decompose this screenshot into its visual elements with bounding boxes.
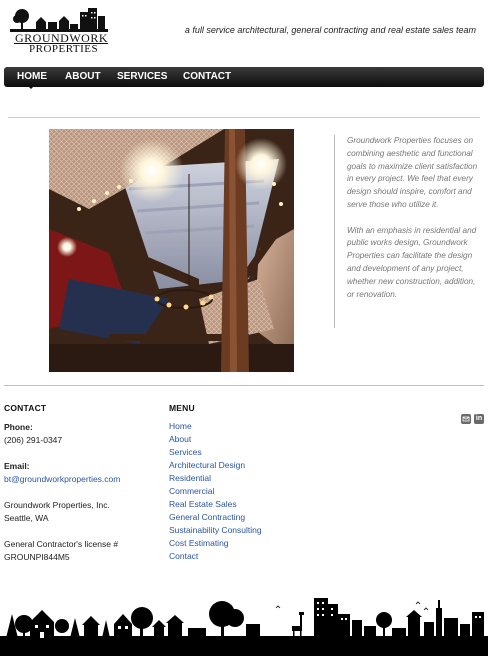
hero-photo xyxy=(49,129,294,372)
linkedin-icon[interactable]: in xyxy=(474,414,484,424)
nav-item-services[interactable]: SERVICES xyxy=(117,71,167,82)
company-name: Groundwork Properties, Inc. xyxy=(4,500,110,510)
divider xyxy=(8,117,480,118)
logo-text-line2: PROPERTIES xyxy=(29,43,99,55)
menu-heading: MENU xyxy=(169,403,195,413)
footer-skyline-illustration xyxy=(0,598,488,656)
menu-item-architectural-design[interactable]: Architectural Design xyxy=(169,460,245,470)
company-location: Seattle, WA xyxy=(4,513,49,523)
menu-item-sustainability-consulting[interactable]: Sustainability Consulting xyxy=(169,525,262,535)
email-link[interactable]: bt@groundworkproperties.com xyxy=(4,474,120,484)
tagline: a full service architectural, general co… xyxy=(184,25,476,35)
nav-item-about[interactable]: ABOUT xyxy=(65,71,101,82)
license-number: GROUNPI844M5 xyxy=(4,552,70,562)
logo[interactable]: GROUNDWORK PROPERTIES xyxy=(10,6,108,56)
email-label: Email: xyxy=(4,461,30,471)
menu-item-general-contracting[interactable]: General Contracting xyxy=(169,512,245,522)
email-icon[interactable] xyxy=(461,414,471,424)
menu-item-cost-estimating[interactable]: Cost Estimating xyxy=(169,538,229,548)
phone-label: Phone: xyxy=(4,422,33,432)
main-nav: HOME ABOUT SERVICES CONTACT xyxy=(4,67,484,87)
intro-blurb: Groundwork Properties focuses on combini… xyxy=(334,135,478,328)
logo-skyline-icon xyxy=(10,8,108,32)
ceiling-interior-image xyxy=(49,129,294,372)
footer-divider xyxy=(4,385,484,386)
nav-item-contact[interactable]: CONTACT xyxy=(183,71,231,82)
footer-menu: Home About Services Architectural Design… xyxy=(169,420,262,563)
menu-item-home[interactable]: Home xyxy=(169,421,192,431)
menu-item-contact[interactable]: Contact xyxy=(169,551,198,561)
menu-item-services[interactable]: Services xyxy=(169,447,202,457)
nav-item-home[interactable]: HOME xyxy=(17,71,47,82)
menu-item-real-estate-sales[interactable]: Real Estate Sales xyxy=(169,499,237,509)
intro-paragraph-2: With an emphasis in residential and publ… xyxy=(347,225,477,299)
contact-block: Phone: (206) 291-0347 Email: bt@groundwo… xyxy=(4,421,159,564)
active-nav-indicator xyxy=(28,86,34,89)
menu-item-about[interactable]: About xyxy=(169,434,191,444)
menu-item-commercial[interactable]: Commercial xyxy=(169,486,214,496)
license-label: General Contractor's license # xyxy=(4,539,119,549)
contact-heading: CONTACT xyxy=(4,403,47,413)
intro-paragraph-1: Groundwork Properties focuses on combini… xyxy=(347,136,478,209)
menu-item-residential[interactable]: Residential xyxy=(169,473,211,483)
phone-number[interactable]: (206) 291-0347 xyxy=(4,434,159,447)
